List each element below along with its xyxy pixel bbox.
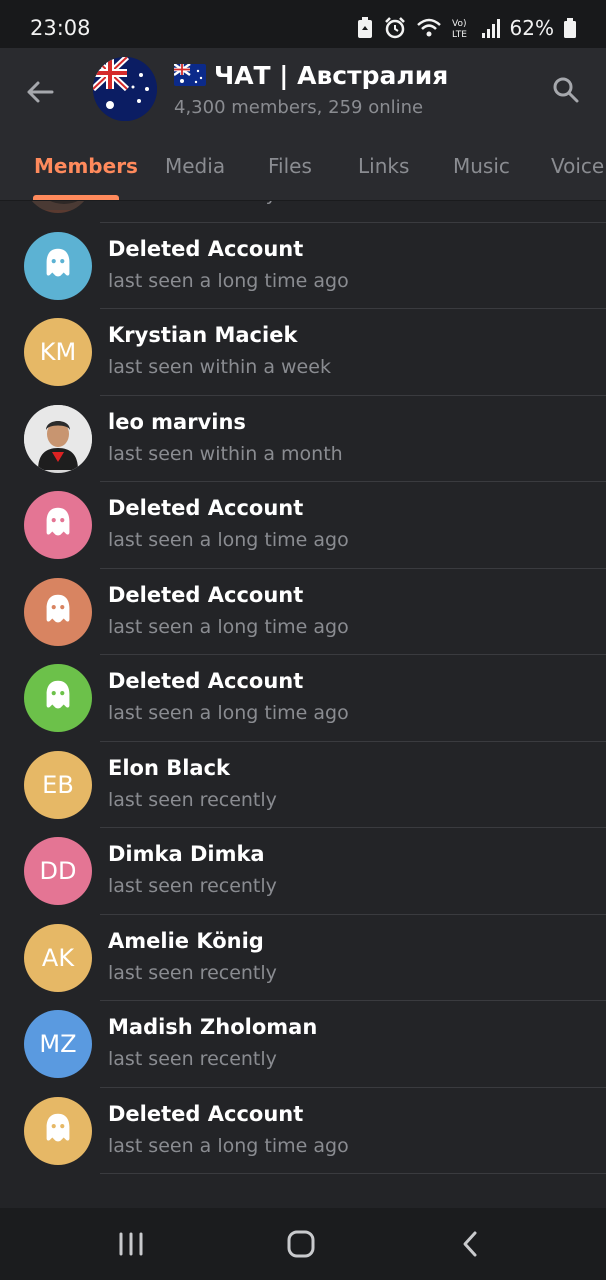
member-name: leo marvins <box>108 409 246 434</box>
member-row[interactable]: DD Dimka Dimka last seen recently <box>0 828 606 915</box>
status-bar: 23:08 Vo) LTE 62% <box>0 0 606 48</box>
profile-photo-icon <box>24 201 92 213</box>
member-name: Deleted Account <box>108 236 304 261</box>
member-name: Amelie König <box>108 928 264 953</box>
chat-subtitle: 4,300 members, 259 online <box>174 97 424 118</box>
avatar-initials: EB <box>42 770 74 799</box>
back-nav-button[interactable] <box>440 1222 500 1266</box>
australia-flag-emoji-icon <box>174 64 206 86</box>
battery-icon <box>564 18 576 38</box>
member-last-seen: last seen a long time ago <box>108 269 349 292</box>
row-divider <box>100 1173 606 1174</box>
volte-icon: Vo) LTE <box>452 17 472 39</box>
member-row[interactable]: leo marvins last seen within a month <box>0 396 606 482</box>
svg-text:Vo): Vo) <box>452 19 466 29</box>
chevron-left-icon <box>463 1231 477 1257</box>
member-avatar[interactable] <box>24 201 92 213</box>
avatar-initials: DD <box>39 857 77 885</box>
tab-members[interactable]: Members <box>34 154 138 178</box>
chat-header: ЧАТ | Австралия 4,300 members, 259 onlin… <box>0 48 606 136</box>
member-name: Dimka Dimka <box>108 842 265 866</box>
member-avatar[interactable] <box>24 404 92 473</box>
status-time: 23:08 <box>30 16 91 40</box>
member-list[interactable]: last seen recently Deleted Account last se… <box>0 201 606 1208</box>
australia-flag-icon <box>93 57 157 121</box>
member-name: Deleted Account <box>108 1101 304 1126</box>
member-last-seen: last seen a long time ago <box>108 702 349 724</box>
member-row[interactable]: AK Amelie König last seen recently <box>0 915 606 1001</box>
deleted-account-avatar[interactable] <box>24 577 92 646</box>
member-last-seen: last seen a long time ago <box>108 1134 349 1157</box>
chat-title[interactable]: ЧАТ | Австралия <box>174 61 448 90</box>
member-avatar[interactable]: KM <box>24 318 92 386</box>
member-row[interactable]: Deleted Account last seen a long time ago <box>0 1088 606 1174</box>
member-avatar[interactable]: DD <box>24 837 92 905</box>
ghost-icon <box>39 244 77 288</box>
ghost-icon <box>39 503 77 547</box>
member-row[interactable]: MZ Madish Zholoman last seen recently <box>0 1001 606 1088</box>
member-name: Deleted Account <box>108 496 304 520</box>
member-name: Deleted Account <box>108 582 304 607</box>
svg-text:LTE: LTE <box>452 30 467 39</box>
search-icon <box>553 77 579 103</box>
member-last-seen: last seen recently <box>108 1048 277 1070</box>
member-row[interactable]: last seen recently <box>0 201 606 223</box>
battery-percent: 62% <box>509 16 554 40</box>
member-avatar[interactable]: EB <box>24 750 92 819</box>
chat-title-text: ЧАТ | Австралия <box>214 61 449 90</box>
member-last-seen: last seen a long time ago <box>108 529 349 551</box>
deleted-account-avatar[interactable] <box>24 1096 92 1165</box>
member-row[interactable]: Deleted Account last seen a long time ago <box>0 655 606 742</box>
tab-media[interactable]: Media <box>165 154 225 178</box>
profile-photo-icon <box>24 404 92 473</box>
member-row[interactable]: KM Krystian Maciek last seen within a week <box>0 309 606 396</box>
member-last-seen: last seen recently <box>108 788 277 811</box>
back-button[interactable] <box>18 70 62 114</box>
home-button[interactable] <box>271 1222 331 1266</box>
ghost-icon <box>39 676 77 720</box>
recent-apps-icon <box>119 1232 143 1256</box>
alarm-icon <box>384 17 406 39</box>
member-last-seen: last seen recently <box>108 201 277 205</box>
tab-music[interactable]: Music <box>453 154 510 178</box>
member-name: Madish Zholoman <box>108 1015 318 1039</box>
member-avatar[interactable]: AK <box>24 923 92 992</box>
ghost-icon <box>39 590 77 634</box>
tab-links[interactable]: Links <box>358 154 409 178</box>
tab-bar: Members Media Files Links Music Voice <box>0 136 606 201</box>
wifi-icon <box>416 17 442 39</box>
avatar-initials: MZ <box>39 1030 77 1058</box>
member-avatar[interactable]: MZ <box>24 1010 92 1078</box>
avatar-initials: AK <box>41 943 75 972</box>
member-row[interactable]: EB Elon Black last seen recently <box>0 742 606 828</box>
arrow-left-icon <box>27 81 54 103</box>
member-name: Krystian Maciek <box>108 323 298 347</box>
avatar-initials: KM <box>39 338 77 366</box>
deleted-account-avatar[interactable] <box>24 491 92 559</box>
signal-icon <box>481 18 500 38</box>
recent-apps-button[interactable] <box>101 1222 161 1266</box>
member-last-seen: last seen within a month <box>108 442 343 465</box>
member-last-seen: last seen a long time ago <box>108 615 349 638</box>
system-nav-bar <box>0 1208 606 1280</box>
member-row[interactable]: Deleted Account last seen a long time ago <box>0 482 606 569</box>
member-name: Elon Black <box>108 755 231 780</box>
member-last-seen: last seen within a week <box>108 356 331 378</box>
battery-saver-icon <box>356 17 374 39</box>
deleted-account-avatar[interactable] <box>24 231 92 300</box>
member-row[interactable]: Deleted Account last seen a long time ago <box>0 223 606 309</box>
home-icon <box>287 1230 315 1258</box>
member-name: Deleted Account <box>108 669 304 693</box>
tab-voice[interactable]: Voice <box>551 154 604 178</box>
search-button[interactable] <box>544 68 588 112</box>
member-last-seen: last seen recently <box>108 875 277 897</box>
chat-avatar[interactable] <box>93 57 157 121</box>
status-icons: Vo) LTE 62% <box>356 14 576 42</box>
ghost-icon <box>39 1109 77 1153</box>
member-last-seen: last seen recently <box>108 961 277 984</box>
member-row[interactable]: Deleted Account last seen a long time ago <box>0 569 606 655</box>
tab-files[interactable]: Files <box>268 154 312 178</box>
deleted-account-avatar[interactable] <box>24 664 92 732</box>
